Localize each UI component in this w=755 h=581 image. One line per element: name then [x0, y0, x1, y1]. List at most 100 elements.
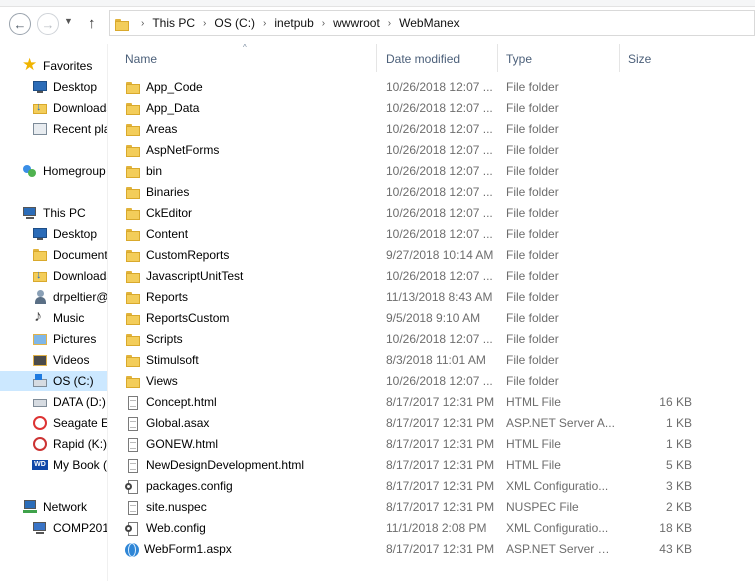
network-icon	[22, 499, 38, 515]
breadcrumb-item[interactable]: This PC	[152, 16, 195, 30]
folder-icon	[125, 185, 141, 201]
nav-item[interactable]: My Book (	[0, 455, 107, 475]
nav-item[interactable]: Downloads	[0, 98, 107, 118]
file-name-cell: App_Data	[125, 98, 375, 119]
type-cell: File folder	[506, 80, 559, 94]
nav-item-label: Homegroup	[43, 164, 106, 178]
file-row[interactable]: AspNetForms 10/26/2018 12:07 ... File fold…	[117, 140, 755, 161]
folder-icon	[114, 17, 130, 31]
breadcrumb-item[interactable]: WebManex	[399, 16, 459, 30]
breadcrumb-item[interactable]: OS (C:)	[214, 16, 255, 30]
type-cell: File folder	[506, 143, 559, 157]
back-button[interactable]: ←	[9, 13, 31, 35]
file-row[interactable]: Web.config 11/1/2018 2:08 PM XML Configura…	[117, 518, 755, 539]
breadcrumb-chevron-icon[interactable]: ›	[322, 18, 325, 29]
file-name-cell: Concept.html	[125, 392, 375, 413]
address-box[interactable]: › This PC › OS (C:) › inetpub › wwwroot › WebMane…	[109, 10, 755, 36]
drive-icon	[32, 373, 48, 389]
file-name: CustomReports	[146, 248, 230, 262]
folder-icon	[125, 269, 141, 285]
file-row[interactable]: CustomReports 9/27/2018 10:14 AM File fold…	[117, 245, 755, 266]
nav-item[interactable]: DATA (D:)	[0, 392, 107, 412]
up-button[interactable]: ↑	[88, 15, 96, 32]
file-row[interactable]: NewDesignDevelopment.html 8/17/2017 12:31…	[117, 455, 755, 476]
file-row[interactable]: Reports 11/13/2018 8:43 AM File folder	[117, 287, 755, 308]
nav-item[interactable]: Documents	[0, 245, 107, 265]
file-row[interactable]: ReportsCustom 9/5/2018 9:10 AM File folder	[117, 308, 755, 329]
breadcrumb-chevron-icon[interactable]: ›	[388, 18, 391, 29]
file-row[interactable]: CkEditor 10/26/2018 12:07 ... File folder	[117, 203, 755, 224]
nav-item[interactable]: Music	[0, 308, 107, 328]
nav-item[interactable]: Network	[0, 497, 107, 517]
music-icon	[32, 308, 48, 326]
file-row[interactable]: bin 10/26/2018 12:07 ... File folder	[117, 161, 755, 182]
breadcrumb-item[interactable]: inetpub	[274, 16, 313, 30]
nav-item-label: Videos	[53, 353, 90, 367]
recent-locations-dropdown-icon[interactable]: ▼	[64, 16, 73, 26]
nav-item[interactable]: COMP201	[0, 518, 107, 538]
nav-item[interactable]: Recent places	[0, 119, 107, 139]
date-modified-cell: 10/26/2018 12:07 ...	[386, 206, 493, 220]
column-header-size[interactable]: Size	[620, 44, 700, 72]
type-cell: File folder	[506, 122, 559, 136]
nav-item[interactable]: Videos	[0, 350, 107, 370]
type-cell: File folder	[506, 101, 559, 115]
nav-item-label: Rapid (K:)	[53, 437, 107, 451]
file-row[interactable]: packages.config 8/17/2017 12:31 PM XML Con…	[117, 476, 755, 497]
column-header-date-modified[interactable]: Date modified	[378, 44, 498, 72]
file-name-cell: WebForm1.aspx	[125, 539, 375, 560]
file-name: Web.config	[146, 521, 206, 535]
file-row[interactable]: App_Code 10/26/2018 12:07 ... File folder	[117, 77, 755, 98]
file-row[interactable]: Scripts 10/26/2018 12:07 ... File folder	[117, 329, 755, 350]
nav-item[interactable]: OS (C:)	[0, 371, 107, 391]
type-cell: File folder	[506, 290, 559, 304]
nav-item[interactable]: Rapid (K:)	[0, 434, 107, 454]
type-cell: NUSPEC File	[506, 500, 579, 514]
file-row[interactable]: Content 10/26/2018 12:07 ... File folder	[117, 224, 755, 245]
column-header-name[interactable]: Name	[117, 44, 377, 72]
file-row[interactable]: Global.asax 8/17/2017 12:31 PM ASP.NET Ser…	[117, 413, 755, 434]
nav-item[interactable]: Homegroup	[0, 161, 107, 181]
size-cell	[620, 224, 692, 245]
nav-item[interactable]: Favorites	[0, 56, 107, 76]
column-header-type[interactable]: Type	[498, 44, 620, 72]
folder-icon	[125, 374, 141, 390]
nav-item-label: DATA (D:)	[53, 395, 106, 409]
date-modified-cell: 8/17/2017 12:31 PM	[386, 437, 495, 451]
forward-button[interactable]: →	[37, 13, 59, 35]
file-name-cell: CkEditor	[125, 203, 375, 224]
type-cell: File folder	[506, 248, 559, 262]
pane-divider[interactable]	[107, 44, 108, 581]
file-name: Scripts	[146, 332, 183, 346]
nav-item[interactable]: Seagate Expansion	[0, 413, 107, 433]
file-row[interactable]: JavascriptUnitTest 10/26/2018 12:07 ... Fi…	[117, 266, 755, 287]
nav-item[interactable]: Desktop	[0, 224, 107, 244]
file-name: Areas	[146, 122, 178, 136]
nav-item[interactable]: drpeltier@	[0, 287, 107, 307]
nav-item[interactable]: Desktop	[0, 77, 107, 97]
file-name: site.nuspec	[146, 500, 207, 514]
breadcrumb-chevron-icon[interactable]: ›	[203, 18, 206, 29]
nav-item[interactable]: Downloads	[0, 266, 107, 286]
date-modified-cell: 10/26/2018 12:07 ...	[386, 164, 493, 178]
size-cell	[620, 266, 692, 287]
file-row[interactable]: Stimulsoft 8/3/2018 11:01 AM File folder	[117, 350, 755, 371]
breadcrumb-item[interactable]: wwwroot	[333, 16, 380, 30]
file-row[interactable]: Concept.html 8/17/2017 12:31 PM HTML File 1…	[117, 392, 755, 413]
nav-item[interactable]: This PC	[0, 203, 107, 223]
file-row[interactable]: site.nuspec 8/17/2017 12:31 PM NUSPEC File…	[117, 497, 755, 518]
nav-item[interactable]: Pictures	[0, 329, 107, 349]
date-modified-cell: 11/1/2018 2:08 PM	[386, 521, 487, 535]
file-row[interactable]: Binaries 10/26/2018 12:07 ... File folder	[117, 182, 755, 203]
file-row[interactable]: WebForm1.aspx 8/17/2017 12:31 PM ASP.NET S…	[117, 539, 755, 560]
file-name-cell: Scripts	[125, 329, 375, 350]
file-row[interactable]: Areas 10/26/2018 12:07 ... File folder	[117, 119, 755, 140]
file-row[interactable]: Views 10/26/2018 12:07 ... File folder	[117, 371, 755, 392]
file-row[interactable]: App_Data 10/26/2018 12:07 ... File folder	[117, 98, 755, 119]
nav-item-label: Network	[43, 500, 88, 514]
breadcrumb-chevron-icon[interactable]: ›	[263, 18, 266, 29]
size-cell: 16 KB	[659, 395, 692, 409]
breadcrumb-chevron-icon[interactable]: ›	[141, 18, 144, 29]
desktop-icon	[32, 79, 48, 95]
file-row[interactable]: GONEW.html 8/17/2017 12:31 PM HTML File 1 K…	[117, 434, 755, 455]
